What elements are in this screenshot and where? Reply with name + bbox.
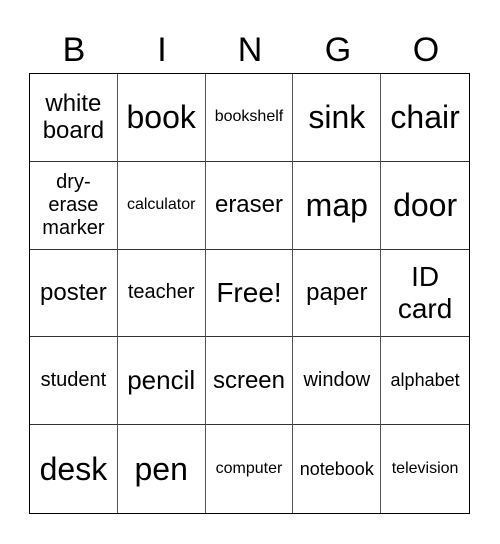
bingo-cell[interactable]: desk (30, 425, 118, 513)
bingo-cell[interactable]: dry-erase marker (30, 161, 118, 250)
header-letter-b: B (62, 31, 86, 69)
header-letter-g: G (324, 31, 352, 69)
free-space-cell[interactable]: Free! (205, 249, 294, 338)
bingo-cell[interactable]: calculator (117, 161, 206, 250)
bingo-cell[interactable]: poster (30, 249, 118, 338)
bingo-cell[interactable]: sink (293, 74, 382, 162)
bingo-cell[interactable]: book (117, 74, 206, 162)
bingo-cell[interactable]: computer (206, 425, 294, 513)
bingo-cell[interactable]: student (30, 337, 118, 426)
bingo-cell[interactable]: map (293, 161, 382, 250)
bingo-cell[interactable]: eraser (205, 161, 294, 250)
bingo-cell[interactable]: bookshelf (205, 74, 294, 162)
bingo-header: B I N G O (30, 26, 470, 74)
header-letter-n: N (237, 31, 263, 69)
bingo-cell[interactable]: door (381, 162, 469, 250)
bingo-cell[interactable]: ID card (381, 250, 469, 338)
bingo-cell[interactable]: teacher (117, 249, 206, 338)
bingo-cell[interactable]: alphabet (381, 337, 469, 426)
bingo-cell[interactable]: television (381, 425, 469, 513)
bingo-cell[interactable]: window (293, 337, 382, 426)
bingo-cell[interactable]: chair (381, 74, 469, 162)
bingo-cell[interactable]: white board (30, 74, 118, 162)
bingo-cell[interactable]: pen (118, 425, 206, 513)
header-letter-o: O (412, 31, 440, 69)
header-letter-i: I (157, 31, 167, 69)
bingo-cell[interactable]: notebook (293, 425, 382, 513)
bingo-cell[interactable]: screen (205, 337, 294, 426)
bingo-grid: white board book bookshelf sink chair dr… (29, 73, 470, 514)
bingo-cell[interactable]: paper (293, 249, 382, 338)
bingo-cell[interactable]: pencil (117, 337, 206, 426)
